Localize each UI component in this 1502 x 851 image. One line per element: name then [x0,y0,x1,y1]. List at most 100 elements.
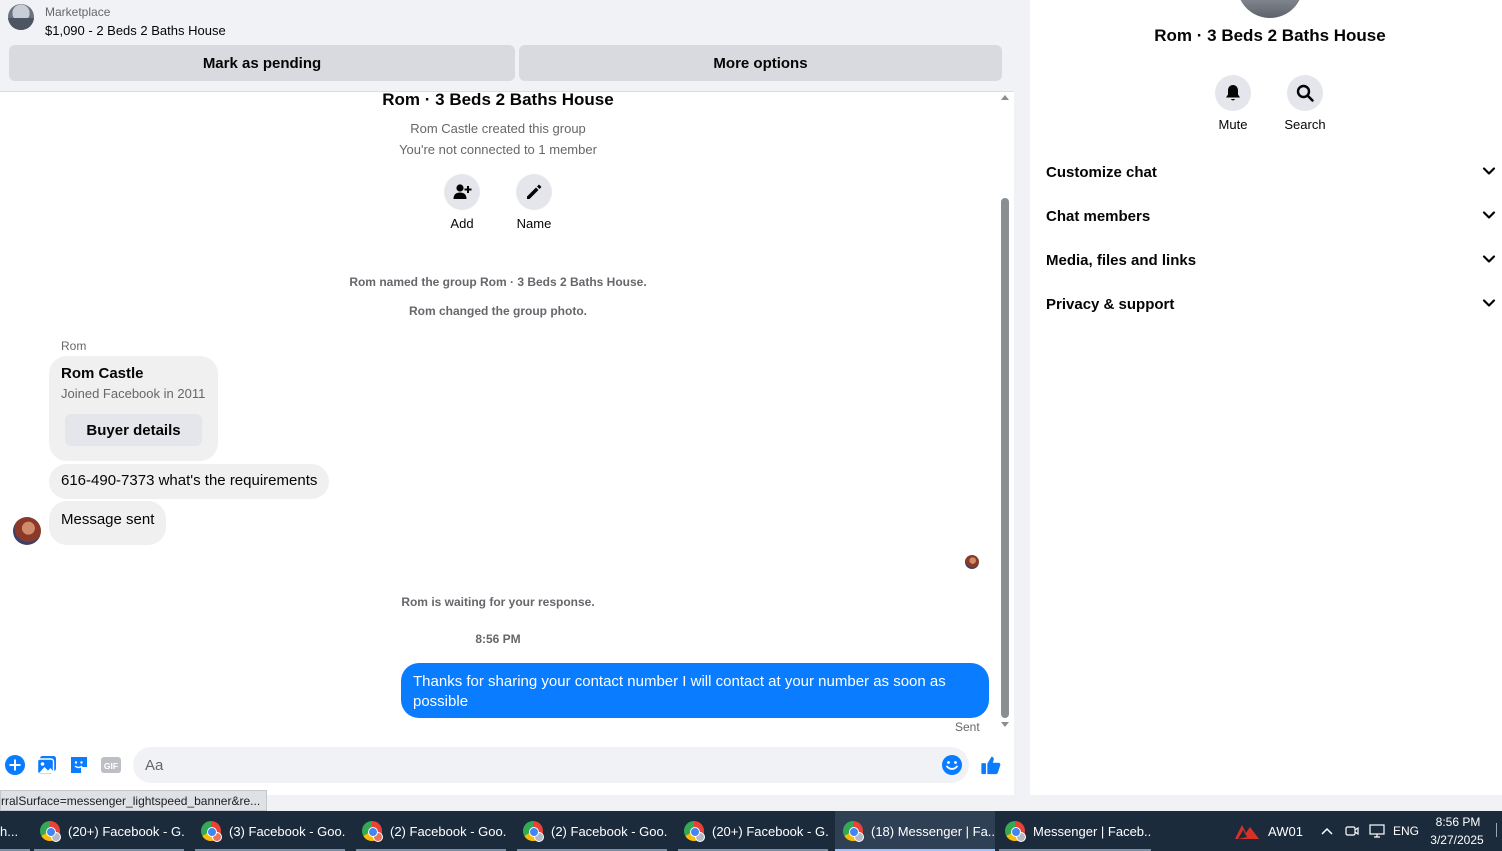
waiting-notice: Rom is waiting for your response. [401,595,595,609]
add-person-icon [444,174,480,210]
clock-time[interactable]: 8:56 PM [1430,815,1486,829]
taskbar-window-label: h... [0,823,19,839]
sender-name: Rom [61,339,87,353]
taskbar-window[interactable]: (2) Facebook - Goo... [356,811,506,851]
mark-as-pending-button[interactable]: Mark as pending [9,45,515,81]
incoming-message[interactable]: 616-490-7373 what's the requirements [49,464,330,499]
profile-badge-icon [695,832,705,842]
message-composer: GIF [0,740,1014,790]
group-photo[interactable] [1237,0,1303,18]
chevron-down-icon [1482,163,1496,181]
taskbar-window-label: (20+) Facebook - G... [712,823,828,839]
scroll-up-arrow-icon[interactable] [1001,95,1009,100]
screen: Marketplace $1,090 - 2 Beds 2 Baths Hous… [0,0,1502,851]
incoming-message[interactable]: Message sent [49,501,167,545]
search-in-conversation-button[interactable]: Search [1275,75,1335,132]
taskbar-window[interactable]: (2) Facebook - Goo... [517,811,667,851]
taskbar-window[interactable]: (20+) Facebook - G... [678,811,828,851]
link-status-url: rralSurface=messenger_lightspeed_banner&… [0,790,268,811]
section-label: Customize chat [1046,163,1157,181]
buyer-joined-date: Joined Facebook in 2011 [61,386,206,401]
gif-icon[interactable]: GIF [100,754,122,776]
pencil-icon [516,174,552,210]
delivery-status: Sent [955,720,980,734]
taskbar-window[interactable]: h... [0,811,30,851]
taskbar-window-label: Messenger | Faceb... [1033,823,1151,839]
chrome-icon [362,821,383,842]
show-hidden-icons-chevron-icon[interactable] [1321,824,1333,838]
chat-members-section[interactable]: Chat members [1046,196,1496,236]
thread-group-title: Rom · 3 Beds 2 Baths House [382,90,614,109]
emoji-icon[interactable] [941,754,963,776]
conversation-info-panel: Rom · 3 Beds 2 Baths House Mute Search C… [1030,0,1502,795]
chrome-icon [1005,821,1026,842]
name-label: Name [516,216,552,231]
search-label: Search [1284,117,1326,132]
event-group-photo-changed: Rom changed the group photo. [409,304,587,318]
profile-badge-icon [373,832,383,842]
chrome-icon [843,821,864,842]
profile-badge-icon [212,832,222,842]
media-files-links-section[interactable]: Media, files and links [1046,240,1496,280]
group-created-by: Rom Castle created this group [410,121,586,136]
section-label: Chat members [1046,207,1151,225]
windows-taskbar: h... (20+) Facebook - G... (3) Facebook … [0,811,1502,851]
section-label: Media, files and links [1046,251,1197,269]
clock-date[interactable]: 3/27/2025 [1427,833,1487,847]
profile-badge-icon [51,832,61,842]
chrome-icon [40,821,61,842]
buyer-profile-card: Rom Castle Joined Facebook in 2011 Buyer… [49,356,218,461]
buyer-details-button[interactable]: Buyer details [65,414,202,446]
scrollbar[interactable] [999,92,1011,735]
search-icon [1287,75,1323,111]
profile-badge-icon [854,832,864,842]
bell-icon [1215,75,1251,111]
tray-app-icon[interactable] [1234,821,1260,841]
taskbar-window[interactable]: Messenger | Faceb... [999,811,1151,851]
mute-button[interactable]: Mute [1203,75,1263,132]
taskbar-window[interactable]: (20+) Facebook - G... [34,811,184,851]
taskbar-window-label: (3) Facebook - Goo... [229,823,345,839]
privacy-support-section[interactable]: Privacy & support [1046,284,1496,324]
mute-label: Mute [1218,117,1248,132]
taskbar-window-label: (20+) Facebook - G... [68,823,184,839]
listing-thumbnail[interactable] [8,4,34,30]
listing-title[interactable]: $1,090 - 2 Beds 2 Baths House [45,23,226,38]
chevron-down-icon [1482,207,1496,225]
gif-label: GIF [104,761,118,771]
taskbar-window-label: (18) Messenger | Fa... [871,823,995,839]
show-desktop-button[interactable] [1496,823,1502,837]
rename-group-button[interactable]: Name [504,174,564,231]
scroll-down-arrow-icon[interactable] [1001,722,1009,727]
like-icon[interactable] [980,754,1002,776]
plus-icon[interactable] [4,754,26,776]
add-member-button[interactable]: Add [432,174,492,231]
taskbar-window-active[interactable]: (18) Messenger | Fa... [835,811,995,851]
customize-chat-section[interactable]: Customize chat [1046,152,1496,192]
input-language[interactable]: ENG [1393,824,1419,838]
more-options-button[interactable]: More options [519,45,1002,81]
chrome-icon [201,821,222,842]
camera-mic-icon[interactable] [1344,823,1360,844]
scroll-thumb[interactable] [1001,198,1009,718]
buyer-name[interactable]: Rom Castle [61,365,144,382]
chevron-down-icon [1482,295,1496,313]
sticker-icon[interactable] [68,754,90,776]
outgoing-message[interactable]: Thanks for sharing your contact number I… [401,663,989,718]
chevron-down-icon [1482,251,1496,269]
read-receipt-avatar [965,555,979,569]
info-group-title: Rom · 3 Beds 2 Baths House [1154,26,1386,45]
sender-avatar[interactable] [13,517,41,545]
profile-badge-icon [534,832,544,842]
message-timestamp: 8:56 PM [475,632,521,646]
taskbar-window[interactable]: (3) Facebook - Goo... [195,811,345,851]
network-icon[interactable] [1368,823,1386,844]
message-input[interactable] [133,747,969,783]
section-label: Privacy & support [1046,295,1175,313]
connection-status: You're not connected to 1 member [399,142,597,157]
chrome-icon [684,821,705,842]
add-label: Add [450,216,474,231]
photo-icon[interactable] [36,754,58,776]
tray-app-label[interactable]: AW01 [1268,824,1303,839]
event-group-named: Rom named the group Rom · 3 Beds 2 Baths… [349,275,647,289]
